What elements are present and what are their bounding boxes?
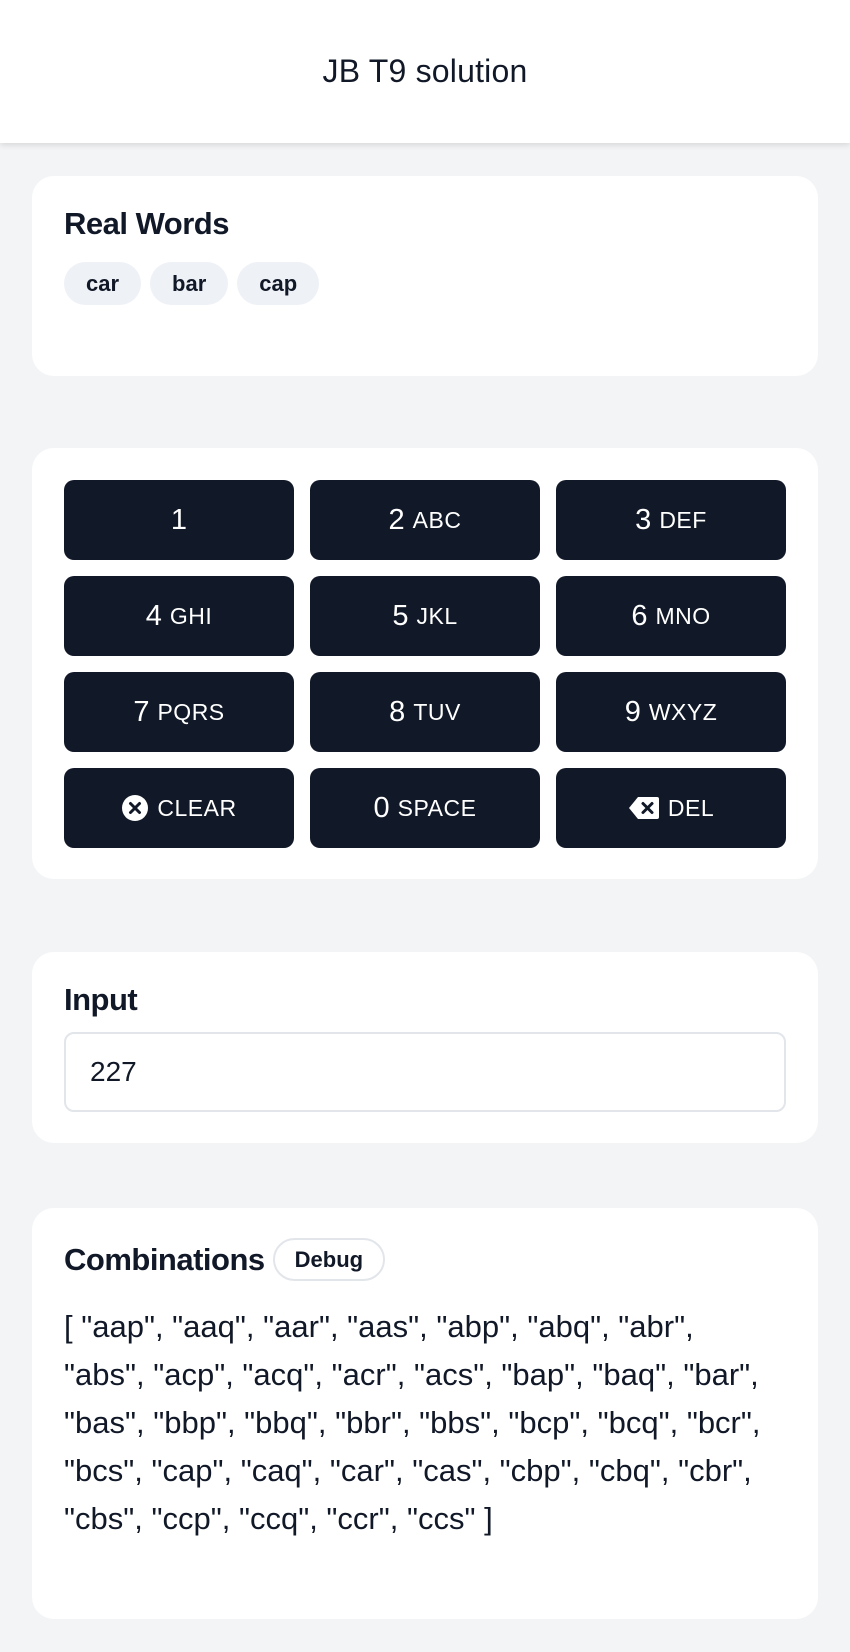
key-6[interactable]: 6 MNO [556,576,786,656]
debug-badge[interactable]: Debug [272,1238,386,1281]
combinations-output: [ "aap", "aaq", "aar", "aas", "abp", "ab… [64,1309,761,1536]
word-chip: bar [150,262,229,305]
key-8[interactable]: 8 TUV [310,672,540,752]
combinations-card: Combinations Debug [ "aap", "aaq", "aar"… [32,1208,818,1619]
key-number: 5 [392,599,409,632]
key-number: 8 [389,695,406,728]
key-3[interactable]: 3 DEF [556,480,786,560]
key-number: 7 [133,695,150,728]
page-title: JB T9 solution [322,53,528,89]
key-number: 0 [373,791,390,824]
key-5[interactable]: 5 JKL [310,576,540,656]
key-letters: CLEAR [157,794,237,821]
combinations-header: Combinations Debug [64,1238,786,1281]
key-letters: GHI [169,602,213,629]
key-number: 4 [145,599,162,632]
keypad: 1 2 ABC 3 DEF 4 GHI 5 JKL 6 MNO 7 PQRS 8… [64,480,786,848]
key-letters: JKL [416,602,458,629]
key-9[interactable]: 9 WXYZ [556,672,786,752]
key-number: 1 [170,503,188,536]
key-letters: WXYZ [648,698,718,725]
key-number: 3 [635,503,652,536]
digits-input[interactable] [64,1032,786,1112]
key-0[interactable]: 0 SPACE [310,768,540,848]
combinations-title: Combinations [64,1241,265,1277]
key-letters: SPACE [397,794,477,821]
real-words-list: car bar cap [64,262,786,305]
key-letters: PQRS [157,698,225,725]
input-title: Input [64,982,138,1017]
app-header: JB T9 solution [0,0,850,143]
key-letters: MNO [655,602,711,629]
backspace-icon [628,796,660,820]
key-letters: DEF [659,506,707,533]
key-4[interactable]: 4 GHI [64,576,294,656]
key-letters: ABC [412,506,462,533]
key-1[interactable]: 1 [64,480,294,560]
clear-button[interactable]: CLEAR [64,768,294,848]
clear-circle-icon [121,794,149,822]
input-card: Input [32,952,818,1143]
word-chip: car [64,262,142,305]
word-chip: cap [237,262,320,305]
key-7[interactable]: 7 PQRS [64,672,294,752]
delete-button[interactable]: DEL [556,768,786,848]
real-words-title: Real Words [64,206,229,241]
key-2[interactable]: 2 ABC [310,480,540,560]
key-number: 2 [388,503,405,536]
key-letters: TUV [413,698,461,725]
keypad-card: 1 2 ABC 3 DEF 4 GHI 5 JKL 6 MNO 7 PQRS 8… [32,448,818,879]
key-number: 9 [624,695,641,728]
real-words-card: Real Words car bar cap [32,176,818,376]
key-letters: DEL [667,794,715,821]
key-number: 6 [631,599,648,632]
